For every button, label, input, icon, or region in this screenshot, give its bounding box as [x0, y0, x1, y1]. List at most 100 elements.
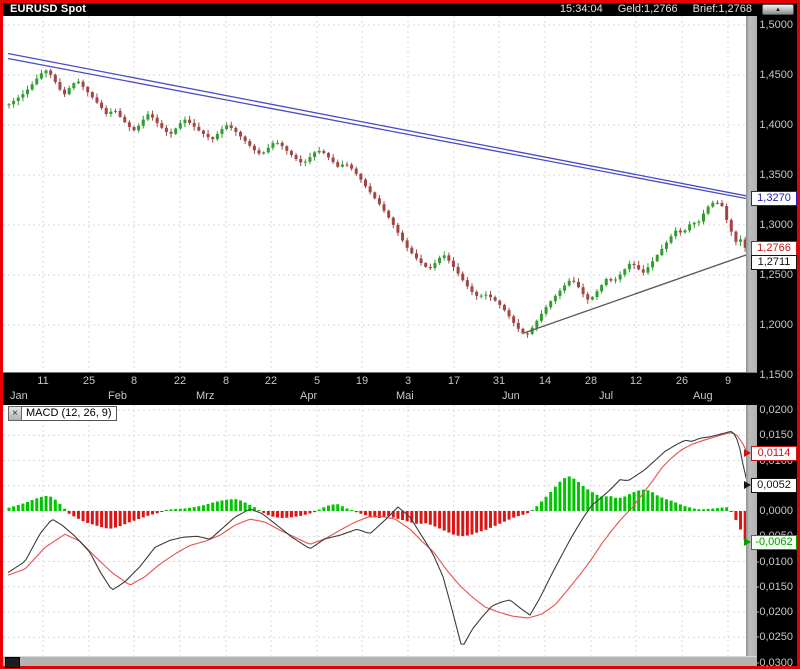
- month-label: Jul: [599, 390, 613, 402]
- horizontal-scrollbar[interactable]: [3, 656, 757, 666]
- macd-histogram-bar: [336, 504, 339, 511]
- candle-body: [21, 94, 24, 98]
- chevron-up-icon: ▲: [775, 7, 781, 13]
- candle-body: [494, 297, 497, 301]
- macd-histogram-bar: [21, 504, 24, 511]
- macd-histogram-bar: [683, 506, 686, 511]
- macd-histogram-bar: [609, 496, 612, 511]
- candle-body: [461, 274, 464, 281]
- macd-histogram-bar: [619, 498, 622, 511]
- candle-body: [359, 174, 362, 180]
- candle-body: [216, 134, 219, 139]
- macd-histogram-bar: [396, 511, 399, 519]
- macd-histogram-bar: [679, 504, 682, 511]
- date-tick-label: 9: [713, 375, 743, 387]
- candle-body: [438, 258, 441, 263]
- candle-body: [609, 279, 612, 281]
- candlestick-chart: [3, 16, 746, 372]
- clock-time: 15:34:04: [560, 3, 603, 16]
- macd-histogram-bar: [697, 509, 700, 511]
- macd-histogram-bar: [207, 504, 210, 511]
- price-axis-label: 1,2500: [759, 269, 793, 281]
- candle-body: [471, 286, 474, 292]
- candle-body: [239, 132, 242, 137]
- ascending-support: [524, 255, 746, 333]
- candle-body: [26, 89, 29, 94]
- candle-body: [415, 253, 418, 258]
- macd-axis-label: -0,0200: [756, 606, 793, 618]
- macd-histogram-bar: [484, 511, 487, 530]
- date-tick-label: 22: [256, 375, 286, 387]
- macd-histogram-bar: [170, 509, 173, 511]
- date-tick-label: 12: [621, 375, 651, 387]
- collapse-button[interactable]: ▲: [762, 4, 794, 15]
- macd-marker-arrow-icon: [744, 538, 751, 546]
- candle-body: [549, 301, 552, 307]
- candle-body: [614, 279, 617, 280]
- candle-body: [160, 123, 163, 128]
- macd-histogram-bar: [183, 508, 186, 511]
- price-chart-panel: [3, 16, 746, 372]
- macd-axis-label: -0,0300: [756, 657, 793, 669]
- candle-body: [220, 129, 223, 134]
- candle-body: [308, 157, 311, 162]
- macd-histogram-bar: [188, 508, 191, 511]
- macd-histogram-bar: [244, 502, 247, 511]
- candle-body: [285, 146, 288, 151]
- macd-histogram-bar: [322, 507, 325, 511]
- candle-body: [230, 125, 233, 128]
- macd-histogram-bar: [40, 497, 43, 511]
- candle-body: [49, 70, 52, 74]
- scrollbar-handle[interactable]: [5, 657, 20, 668]
- candle-body: [452, 261, 455, 267]
- candle-body: [350, 165, 353, 169]
- macd-histogram-bar: [313, 511, 316, 512]
- candle-body: [336, 162, 339, 167]
- macd-histogram-bar: [711, 509, 714, 511]
- candle-body: [17, 98, 20, 101]
- macd-histogram-bar: [420, 511, 423, 524]
- macd-panel: [3, 405, 746, 656]
- candle-body: [72, 83, 75, 88]
- candle-body: [637, 265, 640, 269]
- candle-body: [596, 291, 599, 297]
- macd-histogram-bar: [133, 511, 136, 521]
- candle-body: [327, 153, 330, 158]
- candle-body: [170, 132, 173, 134]
- macd-histogram-bar: [156, 511, 159, 513]
- macd-histogram-bar: [355, 511, 358, 512]
- macd-histogram-bar: [345, 508, 348, 511]
- candle-body: [45, 70, 48, 73]
- candle-body: [572, 281, 575, 282]
- value-axis: 1,50001,45001,40001,35001,30001,25001,20…: [757, 16, 797, 666]
- macd-histogram-bar: [146, 511, 149, 516]
- macd-histogram-bar: [63, 509, 66, 511]
- candle-body: [545, 307, 548, 314]
- candle-body: [730, 220, 733, 232]
- macd-histogram-bar: [262, 511, 265, 513]
- candle-body: [248, 141, 251, 146]
- macd-histogram-bar: [480, 511, 483, 531]
- candle-body: [396, 225, 399, 233]
- candle-body: [119, 111, 122, 117]
- macd-histogram-bar: [531, 510, 534, 511]
- candle-body: [503, 305, 506, 310]
- candle-body: [355, 169, 358, 174]
- candle-body: [183, 120, 186, 124]
- date-tick-label: 5: [302, 375, 332, 387]
- macd-histogram-bar: [656, 495, 659, 511]
- candle-body: [447, 255, 450, 260]
- macd-histogram-bar: [160, 511, 163, 512]
- candle-body: [114, 111, 117, 112]
- macd-histogram-bar: [457, 511, 460, 536]
- candle-body: [258, 150, 261, 153]
- candle-body: [721, 203, 724, 206]
- candle-body: [82, 82, 85, 87]
- candle-body: [670, 236, 673, 242]
- date-tick-label: 8: [211, 375, 241, 387]
- macd-histogram-bar: [508, 511, 511, 520]
- candle-body: [508, 310, 511, 316]
- candle-body: [623, 269, 626, 274]
- macd-histogram-bar: [327, 506, 330, 511]
- close-icon[interactable]: ×: [8, 406, 22, 421]
